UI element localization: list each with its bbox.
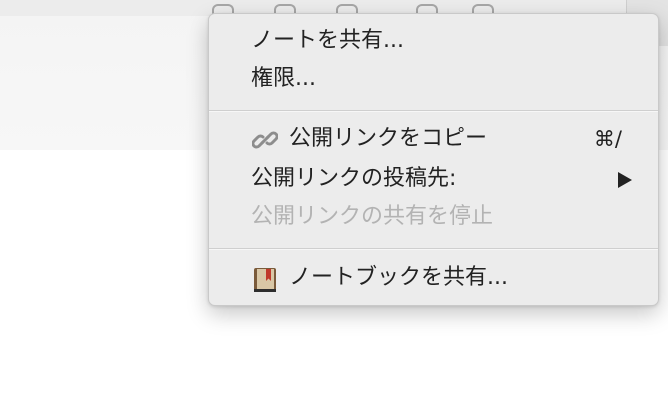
menu-item-label: ノートブックを共有... xyxy=(289,265,508,290)
menu-separator xyxy=(209,110,658,112)
menu-item-label: ノートを共有... xyxy=(251,28,404,53)
menu-separator xyxy=(209,248,658,250)
menu-item-label: 公開リンクをコピー xyxy=(289,126,488,151)
menu-item-permissions[interactable]: 権限... xyxy=(209,60,658,98)
submenu-arrow-icon xyxy=(618,172,632,188)
menu-item-copy-public-link[interactable]: 公開リンクをコピー ⌘/ xyxy=(209,120,658,158)
menu-item-post-public-link-to[interactable]: 公開リンクの投稿先: xyxy=(209,160,658,198)
menu-item-label: 権限... xyxy=(251,66,316,91)
link-icon xyxy=(251,127,279,153)
menu-item-label: 公開リンクの投稿先: xyxy=(251,166,457,191)
menu-item-share-note[interactable]: ノートを共有... xyxy=(209,22,658,60)
share-context-menu: ノートを共有... 権限... 公開リンクをコピー ⌘/ 公開リンクの投稿先: xyxy=(208,13,659,306)
menu-item-share-notebook[interactable]: ノートブックを共有... xyxy=(209,259,658,297)
menu-item-stop-sharing-public-link: 公開リンクの共有を停止 xyxy=(209,198,658,236)
menu-item-label: 公開リンクの共有を停止 xyxy=(251,204,494,229)
notebook-icon xyxy=(252,266,278,292)
app-window: ノートを共有... 権限... 公開リンクをコピー ⌘/ 公開リンクの投稿先: xyxy=(0,0,668,414)
keyboard-shortcut: ⌘/ xyxy=(593,127,622,151)
